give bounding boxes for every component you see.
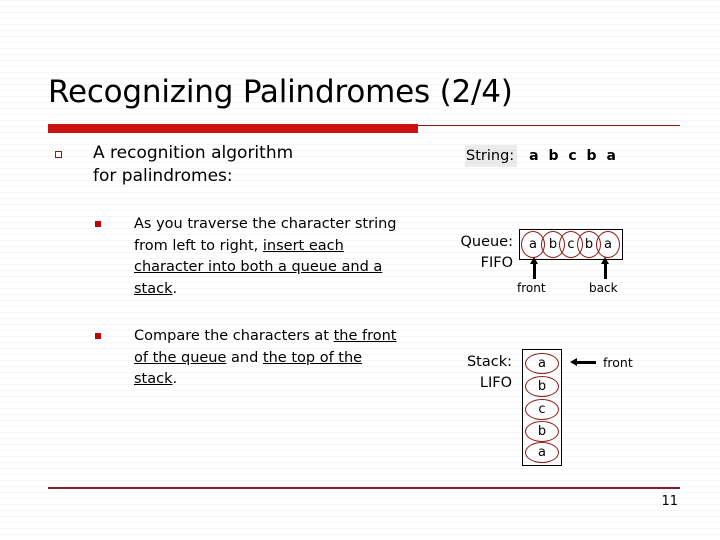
queue-front-pointer-label: front bbox=[517, 281, 546, 295]
sub-bullet-list: As you traverse the character string fro… bbox=[48, 214, 408, 391]
slide-canvas: Recognizing Palindromes (2/4) A recognit… bbox=[0, 0, 720, 540]
sub-bullet-2: Compare the characters at the front of t… bbox=[48, 326, 408, 391]
sub-bullet-2-suffix: . bbox=[172, 371, 178, 387]
bullet1-line2: for palindromes: bbox=[93, 166, 233, 186]
sub-bullet-1-suffix: . bbox=[172, 280, 178, 297]
string-label: String: bbox=[465, 145, 518, 167]
queue-label-line1: Queue: bbox=[460, 234, 513, 250]
title-rule-thick bbox=[48, 124, 418, 133]
stack-label: Stack: LIFO bbox=[412, 352, 512, 394]
arrow-stem bbox=[533, 262, 536, 279]
queue-label: Queue: FIFO bbox=[413, 232, 513, 274]
queue-front-arrow-icon bbox=[529, 257, 540, 279]
queue-back-pointer-label: back bbox=[589, 281, 618, 295]
arrow-stem bbox=[577, 361, 596, 364]
queue-back-arrow-icon bbox=[600, 257, 611, 279]
stack-box: a b c b a bbox=[522, 349, 562, 466]
arrow-head bbox=[570, 358, 577, 366]
filled-square-bullet-icon bbox=[95, 333, 101, 339]
queue-cell: a bbox=[596, 231, 620, 258]
footer-rule bbox=[48, 487, 680, 489]
bullet1-line1: A recognition algorithm bbox=[93, 143, 294, 163]
page-title: Recognizing Palindromes (2/4) bbox=[48, 74, 513, 110]
queue-box: a b c b a bbox=[519, 229, 623, 260]
stack-front-arrow-icon bbox=[570, 357, 596, 368]
sub-bullet-1: As you traverse the character string fro… bbox=[48, 214, 408, 300]
bullet-level1: A recognition algorithm for palindromes: bbox=[48, 142, 408, 188]
page-number: 11 bbox=[661, 494, 678, 509]
body-text-column: A recognition algorithm for palindromes:… bbox=[48, 142, 408, 417]
stack-pointer-label: front bbox=[603, 355, 633, 370]
filled-square-bullet-icon bbox=[95, 221, 101, 227]
stack-cell: b bbox=[525, 376, 559, 397]
stack-cell: c bbox=[525, 399, 559, 420]
stack-label-line2: LIFO bbox=[479, 375, 512, 391]
stack-cell: b bbox=[525, 421, 559, 442]
string-value: a b c b a bbox=[529, 148, 619, 164]
sub-bullet-2-prefix: Compare the characters at bbox=[134, 328, 334, 344]
stack-cell: a bbox=[525, 353, 559, 374]
sub-bullet-2-middle: and bbox=[226, 349, 263, 366]
stack-cell: a bbox=[525, 442, 559, 463]
queue-label-line2: FIFO bbox=[480, 255, 513, 271]
hollow-square-bullet-icon bbox=[55, 151, 62, 158]
string-row: String: a b c b a bbox=[465, 145, 618, 167]
arrow-stem bbox=[604, 262, 607, 279]
stack-label-line1: Stack: bbox=[466, 354, 512, 370]
